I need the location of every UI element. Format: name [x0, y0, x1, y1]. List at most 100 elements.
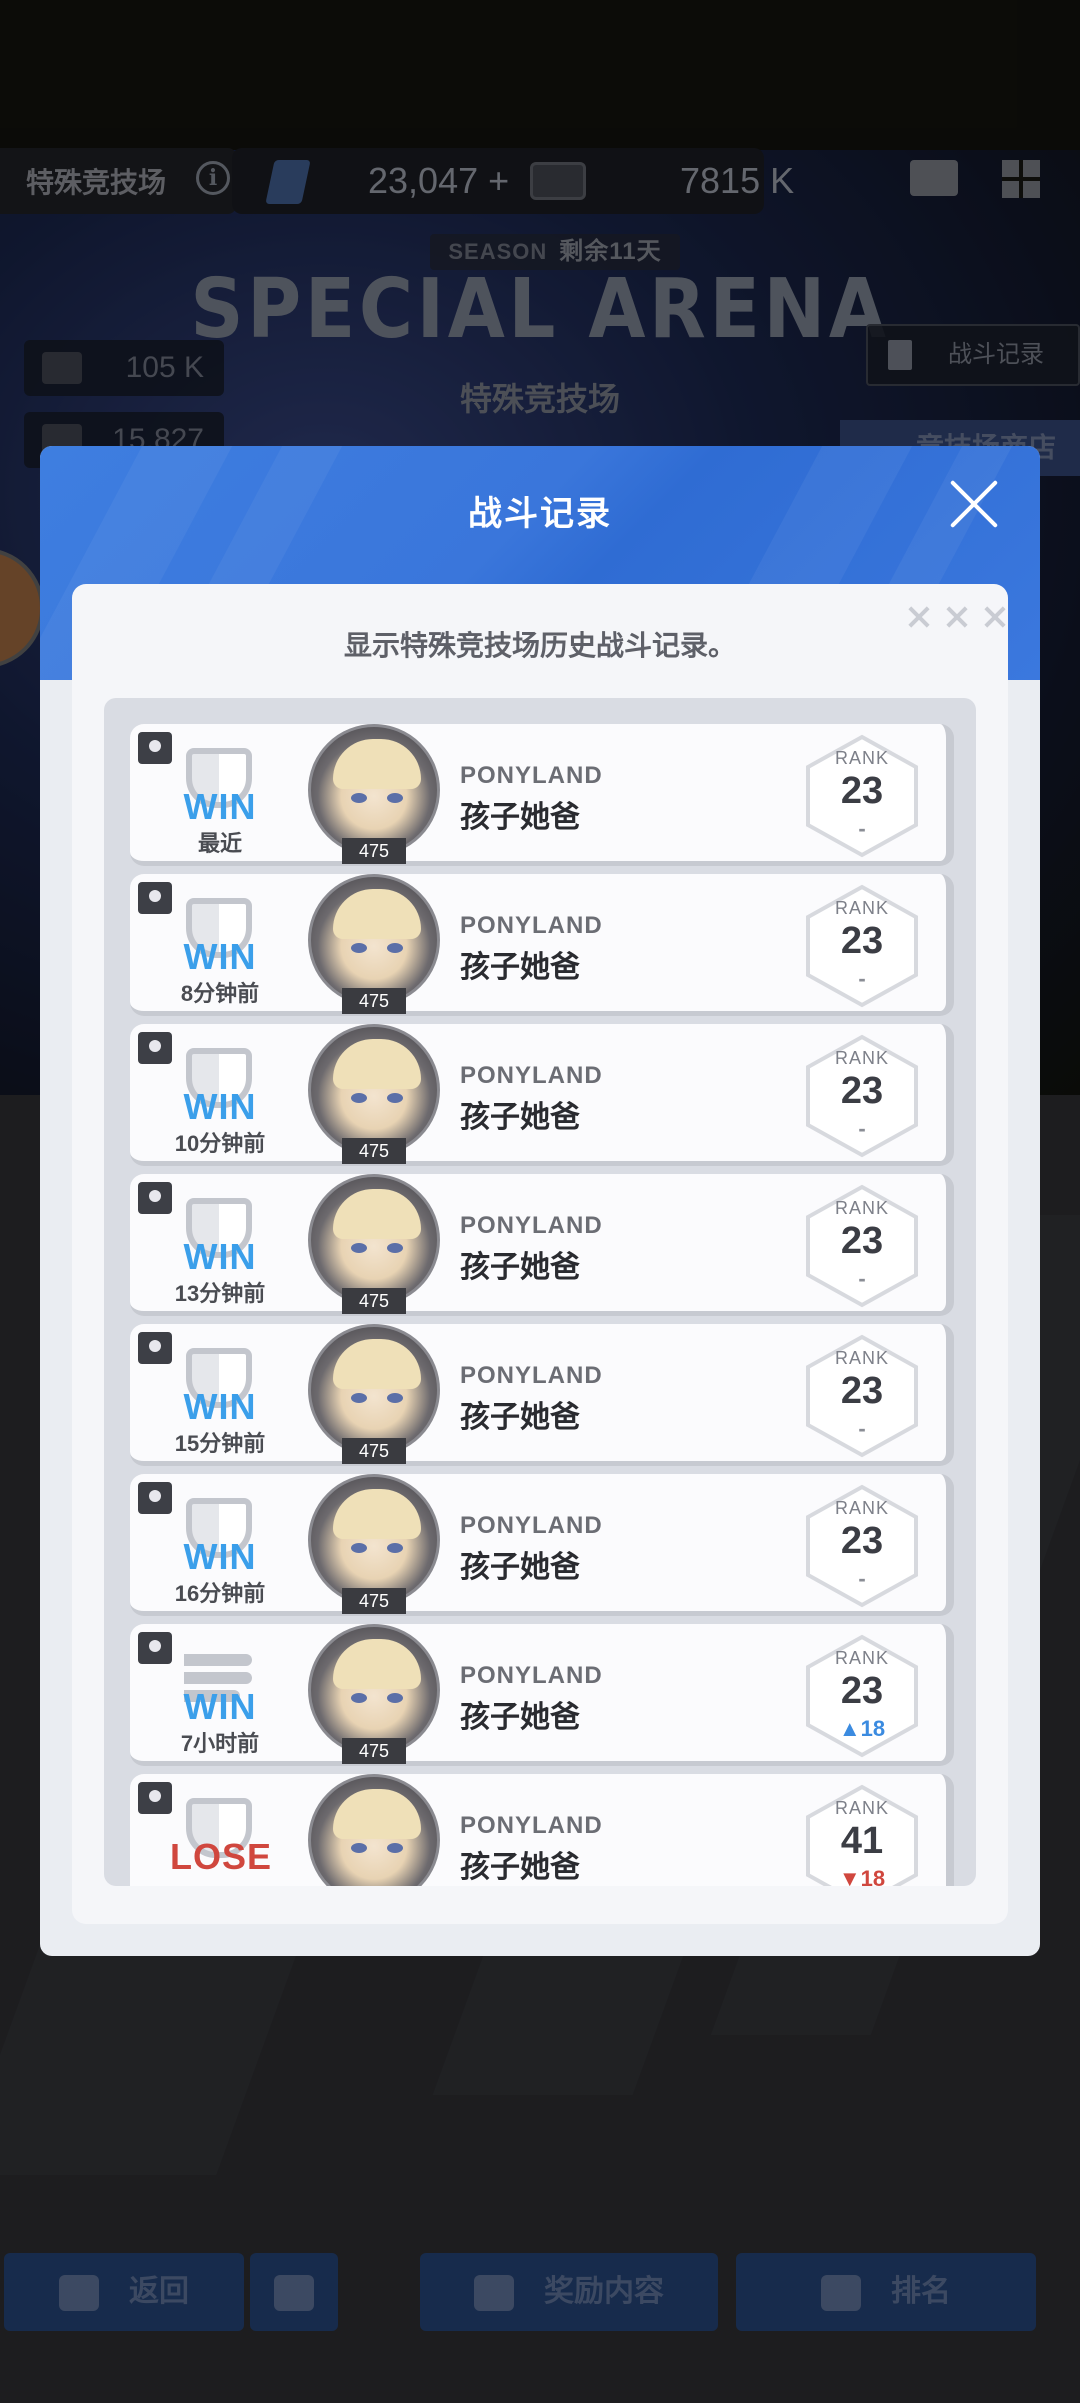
- opponent-guild: PONYLAND: [460, 1212, 603, 1239]
- replay-icon[interactable]: [138, 1632, 172, 1664]
- rank-badge: RANK 23 ▲18: [802, 1634, 922, 1758]
- rank-badge: RANK 41 ▼18: [802, 1784, 922, 1886]
- rank-value: 23: [840, 1370, 884, 1412]
- battle-result: WIN: [183, 1386, 257, 1427]
- opponent-name: 孩子她爸: [460, 1101, 580, 1134]
- rank-change: ▼18: [838, 1866, 886, 1886]
- rank-change: -: [858, 966, 866, 991]
- replay-icon[interactable]: [138, 1332, 172, 1364]
- rank-change: -: [858, 1266, 866, 1291]
- rank-value: 23: [840, 1670, 884, 1712]
- history-panel: 显示特殊竞技场历史战斗记录。 WIN 最近 475 PONYLAND 孩子她爸: [72, 584, 1008, 1924]
- opponent-name: 孩子她爸: [460, 801, 580, 834]
- battle-history-dialog: 战斗记录 显示特殊竞技场历史战斗记录。 WIN 最近 475 PONYLAND …: [40, 446, 1040, 1956]
- opponent-avatar[interactable]: [308, 1474, 440, 1606]
- opponent-level: 475: [342, 1738, 406, 1764]
- rank-value: 23: [840, 920, 884, 962]
- dialog-title: 战斗记录: [468, 495, 612, 533]
- opponent-guild: PONYLAND: [460, 1812, 603, 1839]
- opponent-avatar[interactable]: [308, 724, 440, 856]
- rank-value: 23: [840, 1520, 884, 1562]
- rank-change: ▲18: [838, 1716, 886, 1741]
- rank-change: -: [858, 1566, 866, 1591]
- battle-time: 7小时前: [180, 1731, 260, 1756]
- rank-change: -: [858, 1116, 866, 1141]
- battle-time: 8分钟前: [180, 981, 260, 1006]
- rank-label: RANK: [834, 1048, 889, 1068]
- rank-value: 23: [840, 1220, 884, 1262]
- battle-result: LOSE: [170, 1836, 273, 1877]
- opponent-guild: PONYLAND: [460, 1362, 603, 1389]
- rank-label: RANK: [834, 1798, 889, 1818]
- opponent-avatar[interactable]: [308, 1024, 440, 1156]
- opponent-name: 孩子她爸: [460, 1551, 580, 1584]
- opponent-name: 孩子她爸: [460, 951, 580, 984]
- battle-record-row[interactable]: LOSE 475 PONYLAND 孩子她爸 RANK: [130, 1774, 954, 1886]
- opponent-avatar[interactable]: [308, 1324, 440, 1456]
- battle-record-row[interactable]: WIN 7小时前 475 PONYLAND 孩子她爸 RANK 23 ▲18: [130, 1624, 954, 1766]
- battle-time: 最近: [197, 831, 242, 856]
- battle-result: WIN: [183, 1686, 257, 1727]
- battle-record-row[interactable]: WIN 16分钟前 475 PONYLAND 孩子她爸 RANK 23 -: [130, 1474, 954, 1616]
- battle-result: WIN: [183, 1086, 257, 1127]
- rank-value: 23: [840, 1070, 884, 1112]
- battle-record-row[interactable]: WIN 8分钟前 475 PONYLAND 孩子她爸 RANK 23 -: [130, 874, 954, 1016]
- replay-icon[interactable]: [138, 1182, 172, 1214]
- replay-icon[interactable]: [138, 882, 172, 914]
- battle-result: WIN: [183, 786, 257, 827]
- replay-icon[interactable]: [138, 1782, 172, 1814]
- opponent-guild: PONYLAND: [460, 912, 603, 939]
- rank-label: RANK: [834, 1348, 889, 1368]
- opponent-name: 孩子她爸: [460, 1251, 580, 1284]
- battle-time: 10分钟前: [174, 1131, 266, 1156]
- opponent-name: 孩子她爸: [460, 1701, 580, 1734]
- opponent-name: 孩子她爸: [460, 1401, 580, 1434]
- battle-result: WIN: [183, 936, 257, 977]
- rank-change: -: [858, 816, 866, 841]
- history-list: WIN 最近 475 PONYLAND 孩子她爸 RANK 23 - WIN 8…: [130, 724, 954, 1886]
- battle-time: 13分钟前: [174, 1281, 266, 1306]
- rank-label: RANK: [834, 1498, 889, 1518]
- close-icon[interactable]: [946, 476, 1002, 532]
- opponent-level: 475: [342, 1588, 406, 1614]
- history-list-scroll[interactable]: WIN 最近 475 PONYLAND 孩子她爸 RANK 23 - WIN 8…: [104, 698, 976, 1886]
- opponent-guild: PONYLAND: [460, 1512, 603, 1539]
- opponent-level: 475: [342, 1138, 406, 1164]
- battle-time: 16分钟前: [174, 1581, 266, 1606]
- replay-icon[interactable]: [138, 1032, 172, 1064]
- opponent-level: 475: [342, 1288, 406, 1314]
- opponent-guild: PONYLAND: [460, 762, 603, 789]
- rank-badge: RANK 23 -: [802, 734, 922, 858]
- opponent-avatar[interactable]: [308, 1174, 440, 1306]
- opponent-avatar[interactable]: [308, 1774, 440, 1886]
- battle-result: WIN: [183, 1536, 257, 1577]
- history-description: 显示特殊竞技场历史战斗记录。: [343, 630, 736, 661]
- rank-change: -: [858, 1416, 866, 1441]
- rank-value: 41: [840, 1820, 884, 1862]
- rank-badge: RANK 23 -: [802, 1334, 922, 1458]
- opponent-guild: PONYLAND: [460, 1062, 603, 1089]
- battle-record-row[interactable]: WIN 13分钟前 475 PONYLAND 孩子她爸 RANK 23 -: [130, 1174, 954, 1316]
- opponent-level: 475: [342, 838, 406, 864]
- rank-badge: RANK 23 -: [802, 884, 922, 1008]
- rank-label: RANK: [834, 1648, 889, 1668]
- rank-badge: RANK 23 -: [802, 1184, 922, 1308]
- opponent-avatar[interactable]: [308, 874, 440, 1006]
- battle-time: 15分钟前: [174, 1431, 266, 1456]
- replay-icon[interactable]: [138, 1482, 172, 1514]
- rank-badge: RANK 23 -: [802, 1034, 922, 1158]
- rank-label: RANK: [834, 898, 889, 918]
- battle-record-row[interactable]: WIN 最近 475 PONYLAND 孩子她爸 RANK 23 -: [130, 724, 954, 866]
- battle-record-row[interactable]: WIN 15分钟前 475 PONYLAND 孩子她爸 RANK 23 -: [130, 1324, 954, 1466]
- opponent-avatar[interactable]: [308, 1624, 440, 1756]
- opponent-name: 孩子她爸: [460, 1851, 580, 1884]
- rank-label: RANK: [834, 748, 889, 768]
- opponent-guild: PONYLAND: [460, 1662, 603, 1689]
- opponent-level: 475: [342, 1438, 406, 1464]
- rank-badge: RANK 23 -: [802, 1484, 922, 1608]
- rank-label: RANK: [834, 1198, 889, 1218]
- battle-result: WIN: [183, 1236, 257, 1277]
- battle-record-row[interactable]: WIN 10分钟前 475 PONYLAND 孩子她爸 RANK 23 -: [130, 1024, 954, 1166]
- opponent-level: 475: [342, 988, 406, 1014]
- replay-icon[interactable]: [138, 732, 172, 764]
